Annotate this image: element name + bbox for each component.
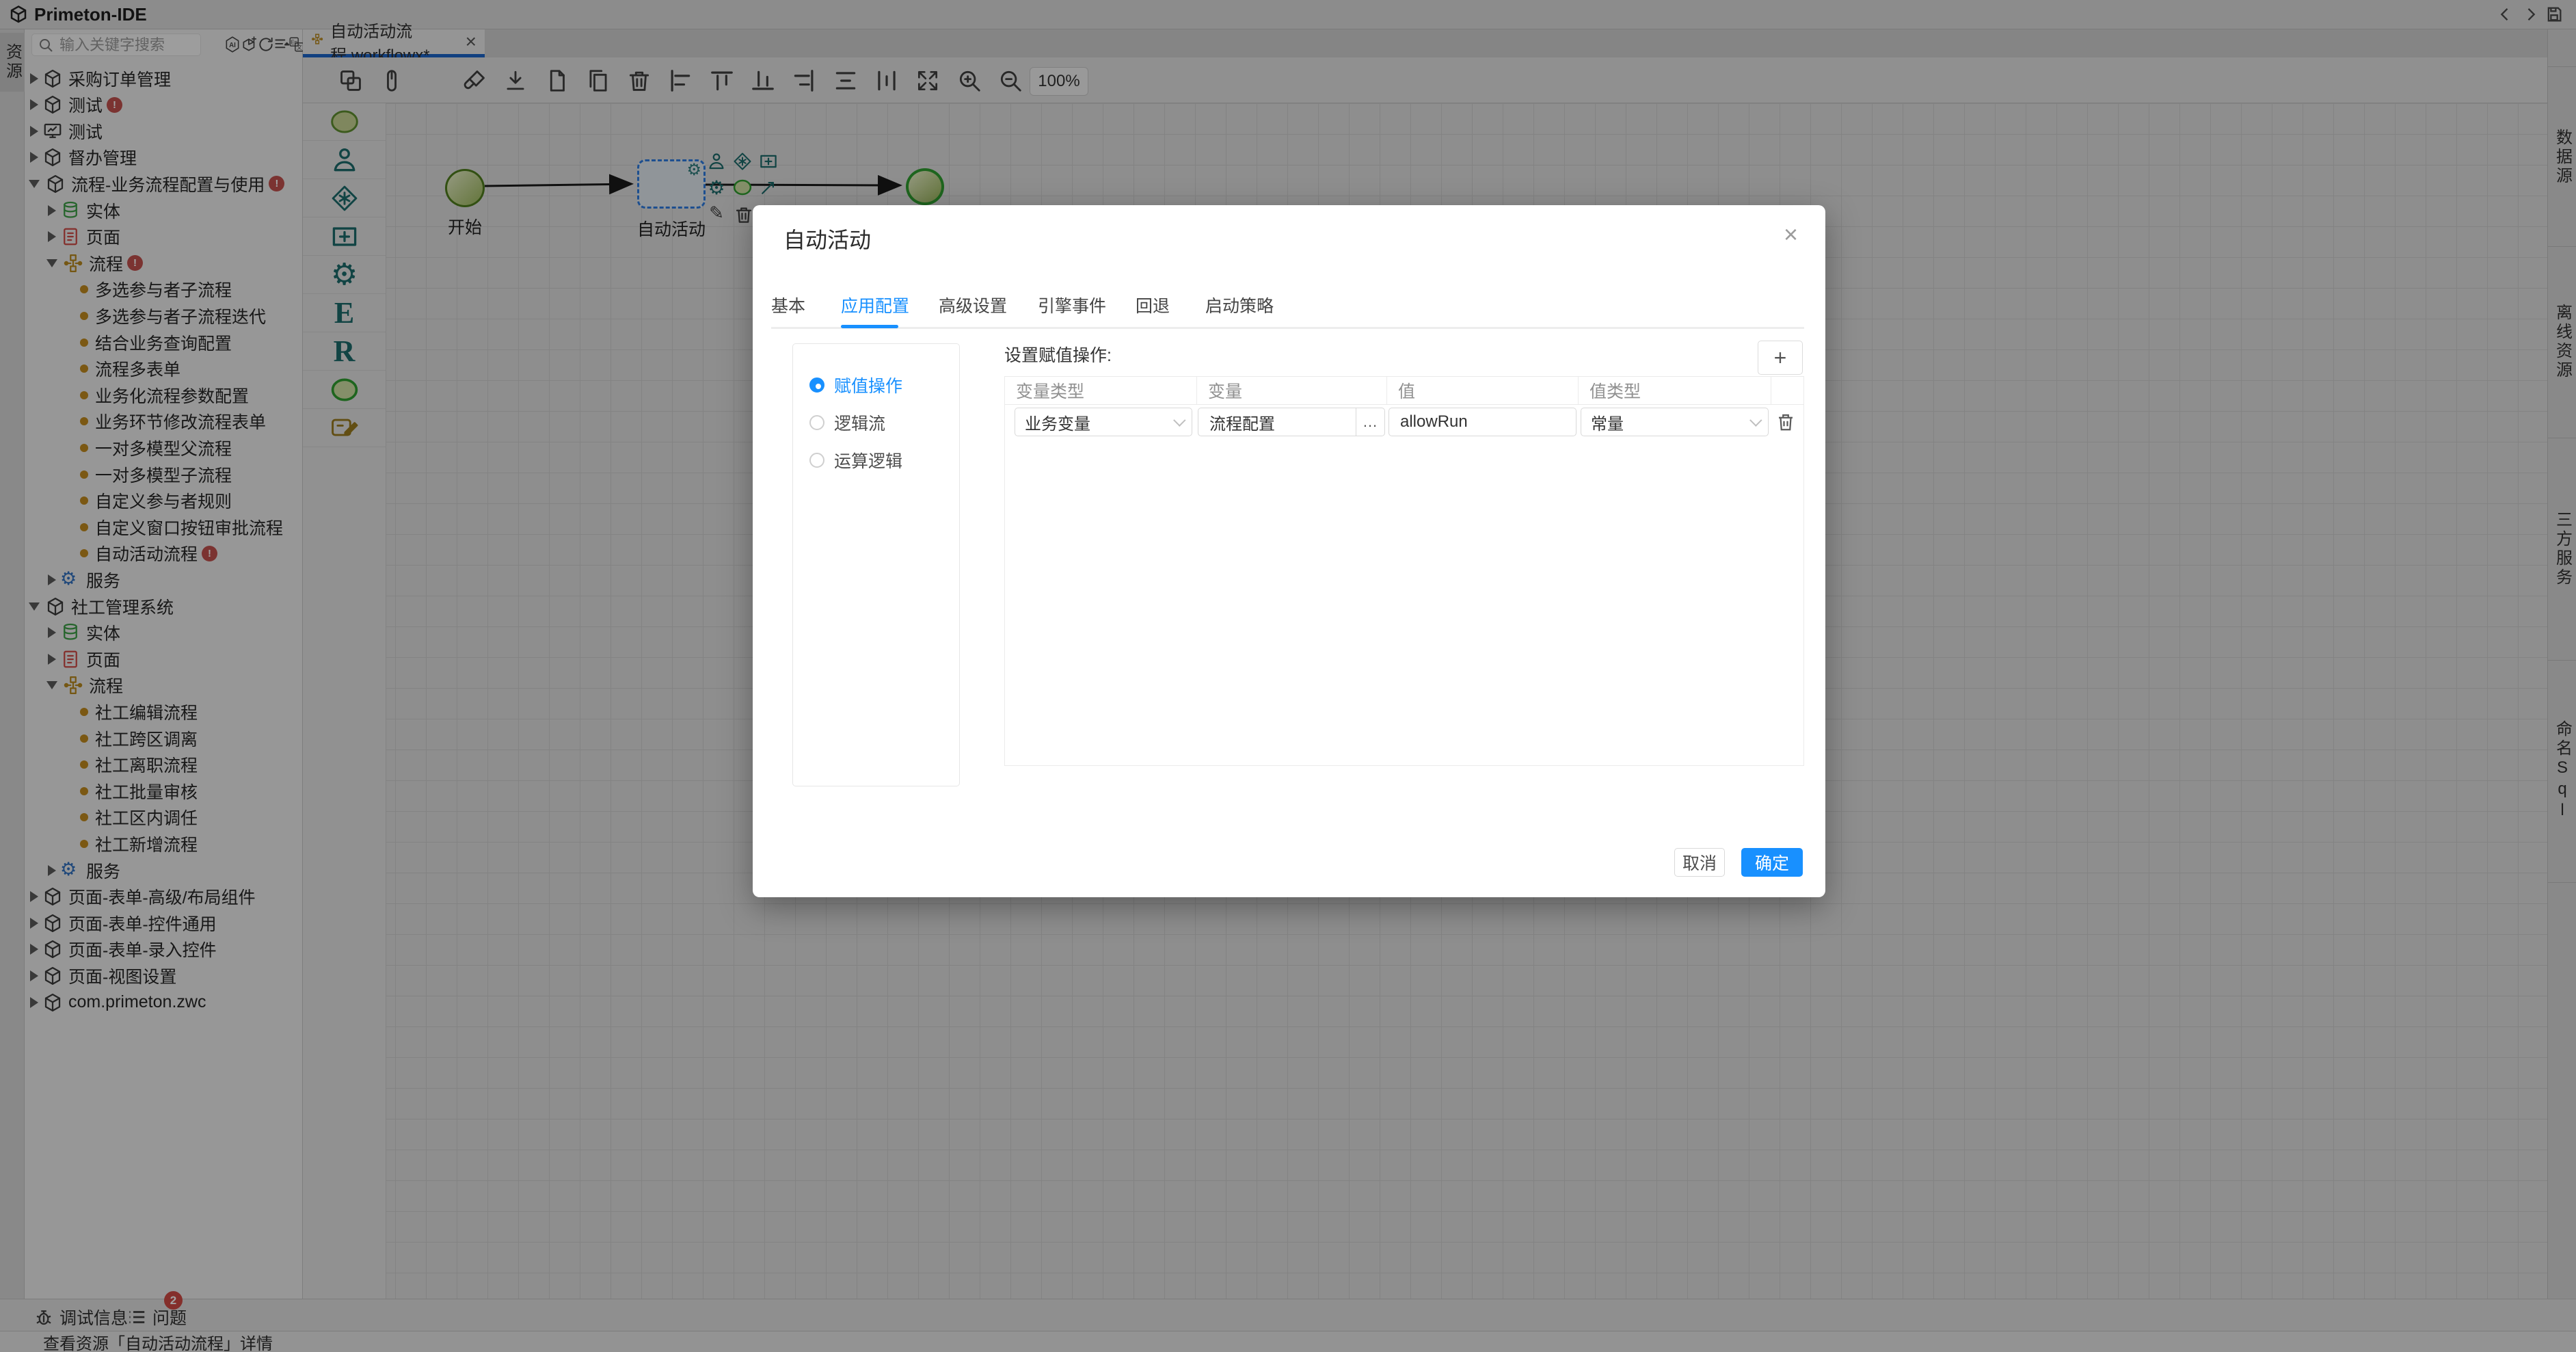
dialog-tab-启动策略[interactable]: 启动策略 [1205, 293, 1274, 317]
active-tab-underline [841, 325, 898, 328]
value-input-field[interactable] [1399, 412, 1566, 432]
option-label: 逻辑流 [834, 410, 885, 435]
assignment-section-label: 设置赋值操作: [1004, 342, 1112, 367]
option-运算逻辑[interactable]: 运算逻辑 [809, 448, 902, 473]
delete-row-icon[interactable] [1775, 412, 1796, 432]
ok-button[interactable]: 确定 [1741, 848, 1803, 877]
option-赋值操作[interactable]: 赋值操作 [809, 373, 902, 397]
chevron-down-icon [1173, 414, 1185, 426]
col-actions [1771, 377, 1803, 404]
value-type-value: 常量 [1591, 410, 1624, 434]
variable-input[interactable] [1198, 408, 1356, 436]
variable-picker-button[interactable]: ... [1356, 408, 1385, 436]
dialog-tab-应用配置[interactable]: 应用配置 [841, 293, 909, 317]
variable-input-field[interactable] [1208, 412, 1346, 432]
cancel-button[interactable]: 取消 [1674, 848, 1725, 877]
table-header-row: 变量类型 变量 值 值类型 [1005, 377, 1803, 405]
col-var-type: 变量类型 [1005, 377, 1197, 404]
dialog-tab-高级设置[interactable]: 高级设置 [939, 293, 1007, 317]
col-variable: 变量 [1197, 377, 1387, 404]
radio-icon[interactable] [809, 415, 824, 430]
application-window: Primeton-IDE 资源 AIEn文 采购订单管理测试!测试督办管理流程-… [0, 0, 2576, 1352]
radio-icon[interactable] [809, 453, 824, 468]
option-label: 运算逻辑 [834, 448, 902, 473]
operation-type-panel: 赋值操作逻辑流运算逻辑 [792, 343, 960, 786]
var-type-value: 业务变量 [1025, 410, 1090, 434]
add-row-button[interactable]: + [1758, 341, 1803, 375]
value-type-select[interactable]: 常量 [1581, 408, 1769, 436]
col-value-type: 值类型 [1579, 377, 1771, 404]
col-value: 值 [1387, 377, 1579, 404]
tab-divider [771, 327, 1804, 329]
dialog-tab-回退[interactable]: 回退 [1136, 293, 1170, 317]
option-逻辑流[interactable]: 逻辑流 [809, 410, 885, 435]
radio-selected-icon[interactable] [809, 377, 824, 393]
auto-activity-dialog: 自动活动 × 基本应用配置高级设置引擎事件回退启动策略 赋值操作逻辑流运算逻辑 … [753, 205, 1825, 897]
chevron-down-icon [1749, 414, 1762, 426]
dialog-close-icon[interactable]: × [1784, 220, 1798, 249]
dialog-tab-基本[interactable]: 基本 [771, 293, 805, 317]
dialog-title: 自动活动 [783, 223, 871, 254]
option-label: 赋值操作 [834, 373, 902, 397]
value-input[interactable] [1388, 408, 1577, 436]
var-type-select[interactable]: 业务变量 [1015, 408, 1192, 436]
dialog-tab-引擎事件[interactable]: 引擎事件 [1038, 293, 1106, 317]
